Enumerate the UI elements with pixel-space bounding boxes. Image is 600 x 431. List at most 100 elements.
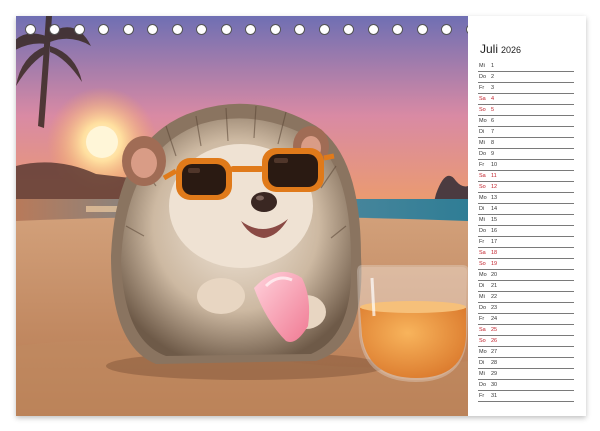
day-number: 11 [491, 173, 497, 179]
binding-hole-icon [221, 24, 232, 35]
weekday-label: Di [479, 283, 485, 289]
day-row: Mo 27 [478, 347, 574, 358]
day-number: 27 [491, 349, 498, 355]
weekday-label: Fr [479, 85, 485, 91]
day-number: 25 [491, 327, 498, 333]
day-row: Sa 4 [478, 94, 574, 105]
day-number: 31 [491, 393, 498, 399]
day-list-panel: Juli 2026 Mi 1 Do 2 Fr 3 Sa 4 So 5 Mo 6 Di 7 Mi 8 Do 9 Fr 10… [468, 16, 586, 416]
day-row: Di 14 [478, 204, 574, 215]
binding-hole-icon [25, 24, 36, 35]
day-row: So 12 [478, 182, 574, 193]
day-number: 17 [491, 239, 498, 245]
weekday-label: Mi [479, 140, 485, 146]
binding-hole-icon [74, 24, 85, 35]
day-row: Mi 8 [478, 138, 574, 149]
weekday-label: Mi [479, 63, 485, 69]
day-number: 30 [491, 382, 498, 388]
day-number: 8 [491, 140, 495, 146]
day-number: 2 [491, 74, 495, 80]
day-row: Fr 17 [478, 237, 574, 248]
weekday-label: Sa [479, 173, 486, 179]
weekday-label: Sa [479, 327, 486, 333]
weekday-label: Do [479, 382, 487, 388]
day-number: 10 [491, 162, 498, 168]
binding-hole-icon [172, 24, 183, 35]
weekday-label: Di [479, 360, 485, 366]
weekday-label: Mi [479, 371, 485, 377]
day-row: Do 23 [478, 303, 574, 314]
binding-hole-icon [245, 24, 256, 35]
day-number: 19 [491, 261, 498, 267]
weekday-label: Mo [479, 118, 487, 124]
weekday-label: Sa [479, 250, 486, 256]
day-row: Do 9 [478, 149, 574, 160]
binding-hole-icon [368, 24, 379, 35]
day-row: Fr 3 [478, 83, 574, 94]
binding-hole-icon [49, 24, 60, 35]
day-row: Sa 11 [478, 171, 574, 182]
day-row: Mi 15 [478, 215, 574, 226]
binding-hole-icon [441, 24, 452, 35]
day-row: Mi 29 [478, 369, 574, 380]
weekday-label: Mi [479, 217, 485, 223]
weekday-label: Di [479, 129, 485, 135]
year: 2026 [501, 45, 522, 55]
day-number: 29 [491, 371, 498, 377]
day-number: 9 [491, 151, 495, 157]
weekday-label: So [479, 338, 486, 344]
day-row: So 19 [478, 259, 574, 270]
binding-hole-icon [98, 24, 109, 35]
weekday-label: Mi [479, 294, 485, 300]
weekday-label: Fr [479, 393, 485, 399]
day-row: Mo 13 [478, 193, 574, 204]
weekday-label: Fr [479, 162, 485, 168]
day-number: 20 [491, 272, 498, 278]
day-list: Mi 1 Do 2 Fr 3 Sa 4 So 5 Mo 6 Di 7 Mi 8 Do 9 Fr 10 Sa 11 So 12 M… [478, 61, 574, 402]
day-row: Sa 25 [478, 325, 574, 336]
month-name: Juli [480, 42, 499, 56]
day-number: 24 [491, 316, 498, 322]
day-number: 14 [491, 206, 498, 212]
day-number: 13 [491, 195, 498, 201]
binding-hole-icon [319, 24, 330, 35]
binding-hole-icon [417, 24, 428, 35]
binding-hole-icon [392, 24, 403, 35]
weekday-label: Sa [479, 96, 486, 102]
weekday-label: So [479, 107, 486, 113]
weekday-label: Mo [479, 272, 487, 278]
weekday-label: So [479, 184, 486, 190]
day-number: 18 [491, 250, 498, 256]
day-number: 23 [491, 305, 498, 311]
weekday-label: Do [479, 305, 487, 311]
hedgehog-beach-photo [16, 16, 468, 416]
day-row: Di 7 [478, 127, 574, 138]
day-number: 28 [491, 360, 498, 366]
binding-hole-icon [294, 24, 305, 35]
binding-hole-icon [196, 24, 207, 35]
day-number: 4 [491, 96, 495, 102]
day-row: Fr 31 [478, 391, 574, 402]
day-row: Di 21 [478, 281, 574, 292]
day-row: Fr 24 [478, 314, 574, 325]
weekday-label: Do [479, 151, 487, 157]
day-row: Mo 6 [478, 116, 574, 127]
day-number: 15 [491, 217, 498, 223]
weekday-label: Fr [479, 316, 485, 322]
day-row: Mi 1 [478, 61, 574, 72]
day-row: Mi 22 [478, 292, 574, 303]
day-number: 1 [491, 63, 495, 69]
day-row: Di 28 [478, 358, 574, 369]
day-row: Mo 20 [478, 270, 574, 281]
day-number: 12 [491, 184, 498, 190]
day-row: Do 2 [478, 72, 574, 83]
binding-hole-icon [123, 24, 134, 35]
day-number: 26 [491, 338, 498, 344]
day-row: Do 30 [478, 380, 574, 391]
day-row: So 5 [478, 105, 574, 116]
weekday-label: Mo [479, 195, 487, 201]
day-number: 22 [491, 294, 498, 300]
day-number: 3 [491, 85, 495, 91]
weekday-label: Di [479, 206, 485, 212]
day-row: So 26 [478, 336, 574, 347]
